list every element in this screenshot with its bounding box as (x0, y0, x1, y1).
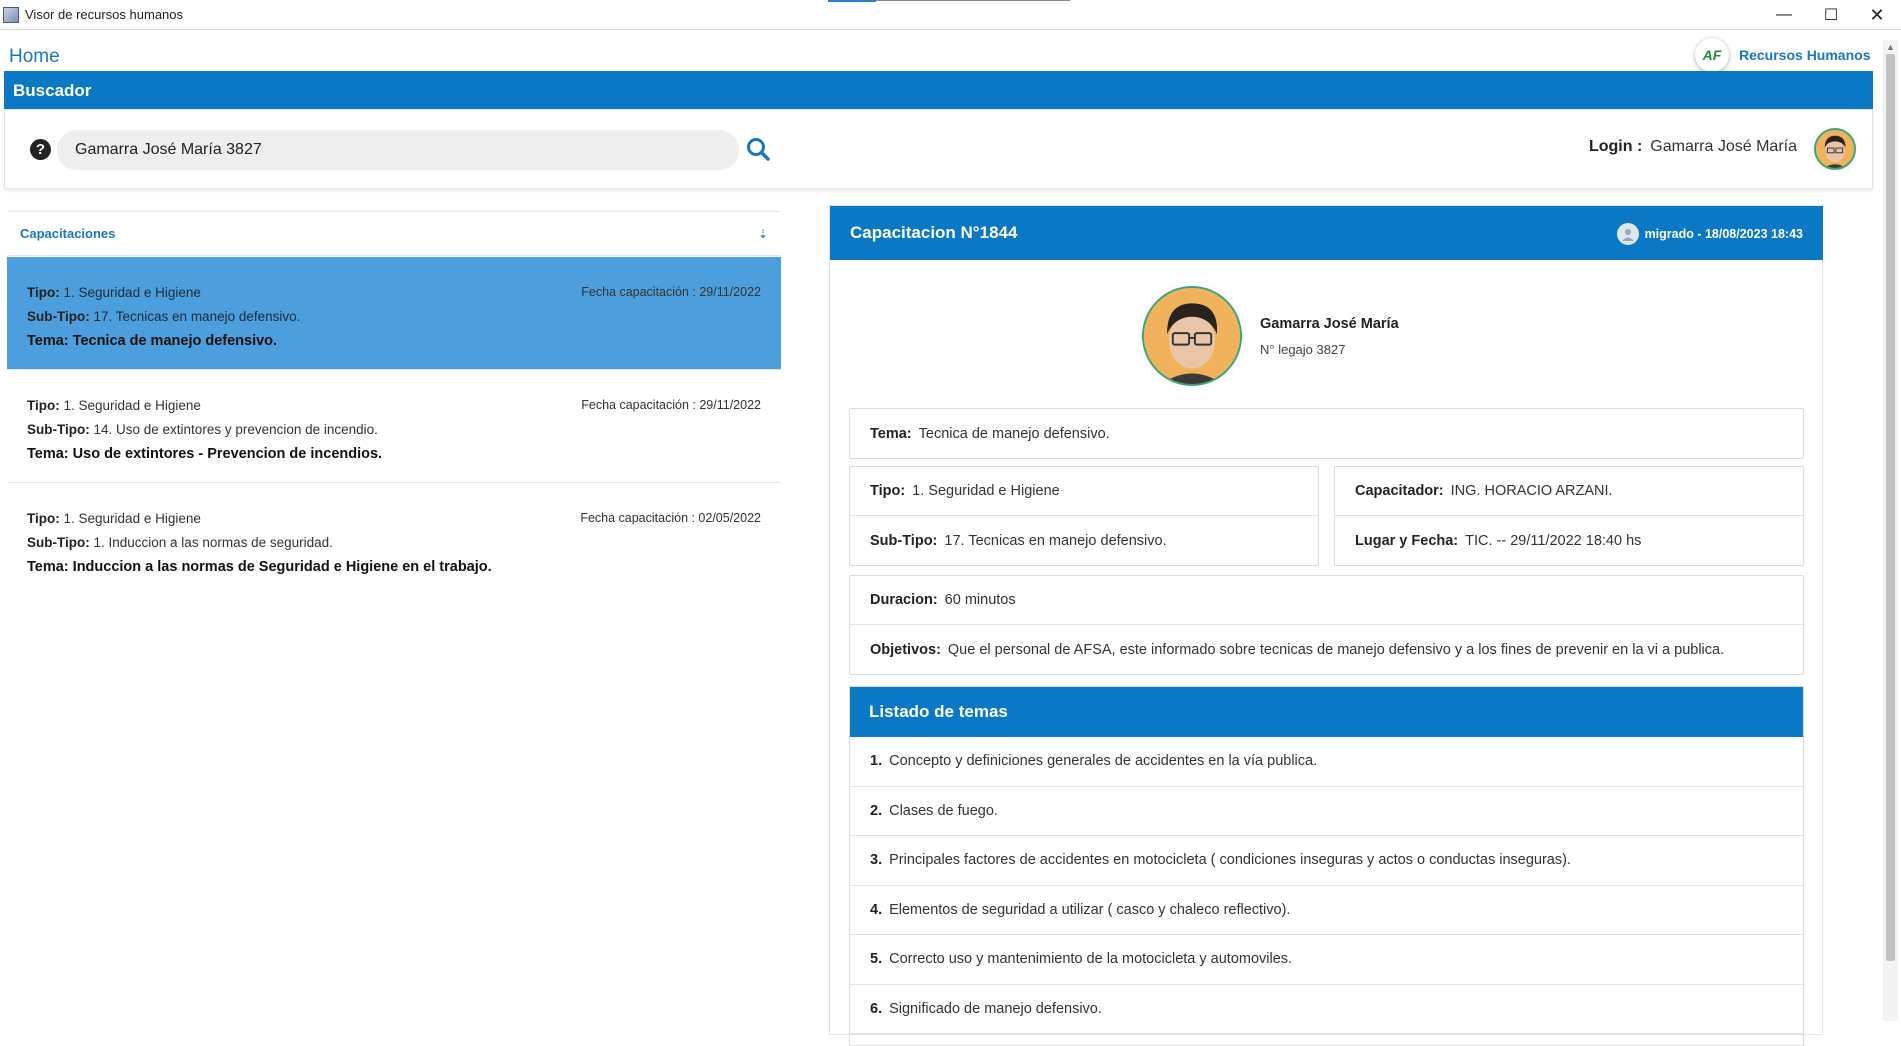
detail-card: Capacitacion N°1844 migrado - 18/08/2023… (829, 205, 1823, 1046)
capacitador-label: Capacitador: (1355, 483, 1444, 499)
brand[interactable]: AF Recursos Humanos (1695, 38, 1870, 72)
subtipo-value: 17. Tecnicas en manejo defensivo. (944, 532, 1167, 549)
help-icon[interactable]: ? (30, 139, 51, 160)
subtipo-label: Sub-Tipo: (27, 535, 90, 550)
tema-item: 3. Principales factores de accidentes en … (850, 836, 1803, 886)
tema-item: 2. Clases de fuego. (850, 787, 1803, 836)
detail-title: Capacitacion N°1844 (850, 223, 1018, 242)
capacitacion-item[interactable]: Tipo: 1. Seguridad e Higiene Sub-Tipo: 1… (7, 483, 781, 596)
subtipo-label: Sub-Tipo: (27, 422, 90, 437)
tema-value: Tema: Induccion a las normas de Segurida… (27, 559, 492, 575)
detail-meta-text: migrado - 18/08/2023 18:43 (1644, 227, 1803, 241)
tema-num: 1. (870, 753, 883, 770)
fecha-value: Fecha capacitación : 02/05/2022 (580, 511, 761, 525)
tema-num: 2. (870, 802, 883, 819)
maximize-button[interactable]: ☐ (1808, 0, 1854, 30)
fecha-value: Fecha capacitación : 29/11/2022 (581, 398, 761, 412)
capacitaciones-title: Capacitaciones (20, 226, 116, 241)
tipo-label: Tipo: (27, 398, 60, 413)
subtipo-value: 1. Induccion a las normas de seguridad. (93, 535, 333, 550)
search-panel: ? Login : Gamarra José María (4, 109, 1873, 189)
person-name: Gamarra José María (1260, 315, 1399, 332)
tema-value: Tecnica de manejo defensivo. (918, 425, 1110, 442)
tipo-value: 1. Seguridad e Higiene (912, 483, 1060, 499)
close-button[interactable]: ✕ (1854, 0, 1900, 30)
lugar-label: Lugar y Fecha: (1355, 532, 1459, 549)
objetivos-label: Objetivos: (870, 641, 941, 658)
tipo-label: Tipo: (870, 483, 906, 499)
objetivos-value: Que el personal de AFSA, este informado … (947, 641, 1725, 658)
capacitador-value: ING. HORACIO ARZANI. (1450, 483, 1613, 499)
tema-num: 5. (870, 951, 883, 968)
avatar-face-icon (1816, 130, 1854, 168)
brand-name: Recursos Humanos (1739, 47, 1871, 63)
capacitacion-item[interactable]: Tipo: 1. Seguridad e Higiene Sub-Tipo: 1… (7, 257, 781, 370)
window-titlebar: Visor de recursos humanos — ☐ ✕ (0, 0, 1901, 30)
tema-num: 4. (870, 901, 883, 918)
duracion-label: Duracion: (870, 592, 938, 608)
tema-item: 6. Significado de manejo defensivo. (850, 985, 1803, 1034)
tema-num: 3. (870, 852, 883, 869)
duracion-value: 60 minutos (944, 592, 1016, 608)
tema-value: Tema: Uso de extintores - Prevencion de … (27, 446, 383, 462)
fecha-value: Fecha capacitación : 29/11/2022 (581, 285, 761, 299)
scrollbar-thumb[interactable] (1886, 54, 1895, 961)
detail-meta: migrado - 18/08/2023 18:43 (1616, 223, 1803, 245)
lugar-value: TIC. -- 29/11/2022 18:40 hs (1465, 532, 1642, 549)
tema-text: Principales factores de accidentes en mo… (889, 852, 1571, 869)
detail-header: Capacitacion N°1844 migrado - 18/08/2023… (830, 206, 1823, 260)
person-legajo: N° legajo 3827 (1260, 341, 1346, 357)
tema-text: Elementos de seguridad a utilizar ( casc… (889, 901, 1291, 918)
minimize-button[interactable]: — (1761, 0, 1807, 30)
tema-text: Concepto y definiciones generales de acc… (889, 753, 1318, 770)
user-icon (1616, 223, 1639, 245)
login-user: Gamarra José María (1650, 138, 1797, 155)
temas-title: Listado de temas (850, 687, 1803, 737)
person-avatar (1142, 286, 1242, 386)
subtipo-label: Sub-Tipo: (870, 532, 938, 549)
tema-text: Clases de fuego. (889, 802, 998, 819)
person-photo-icon (1144, 288, 1240, 384)
tema-text: Correcto uso y mantenimiento de la motoc… (889, 951, 1293, 968)
tema-text: Significado de manejo defensivo. (889, 1000, 1102, 1017)
capacitacion-item[interactable]: Tipo: 1. Seguridad e Higiene Sub-Tipo: 1… (7, 370, 781, 483)
tema-label: Tema: (870, 425, 912, 442)
search-input[interactable] (57, 130, 739, 170)
titlebar-accent (828, 0, 876, 2)
buscador-header: Buscador (4, 71, 1873, 109)
tema-value: Tema: Tecnica de manejo defensivo. (27, 333, 278, 349)
subtipo-value: 14. Uso de extintores y prevencion de in… (93, 422, 378, 437)
tipo-value: 1. Seguridad e Higiene (63, 511, 201, 526)
app-icon (3, 6, 19, 23)
scroll-up-icon[interactable]: ▲ (1886, 42, 1895, 52)
tipo-label: Tipo: (27, 285, 60, 300)
capacitaciones-header: Capacitaciones ⇣ (7, 211, 781, 256)
temas-list: Listado de temas 1. Concepto y definicion… (849, 686, 1804, 1046)
titlebar-divider (876, 0, 1070, 1)
page-scrollbar[interactable]: ▲ (1883, 40, 1898, 1021)
capacitador-box: Capacitador: ING. HORACIO ARZANI. Lugar y… (1334, 466, 1804, 566)
login-label: Login : (1588, 138, 1643, 155)
login-info: Login : Gamarra José María (1589, 138, 1797, 156)
tema-item: 5. Correcto uso y mantenimiento de la mot… (850, 935, 1803, 985)
window-title: Visor de recursos humanos (25, 7, 184, 22)
tipo-label: Tipo: (27, 511, 60, 526)
duracion-box: Duracion: 60 minutos Objetivos: Que el per… (849, 575, 1804, 675)
subtipo-value: 17. Tecnicas en manejo defensivo. (93, 309, 301, 324)
search-icon[interactable] (745, 136, 771, 162)
tema-box: Tema: Tecnica de manejo defensivo. (849, 408, 1804, 459)
user-avatar[interactable] (1814, 128, 1856, 170)
tipo-value: 1. Seguridad e Higiene (63, 285, 201, 300)
person-card: Gamarra José María N° legajo 3827 (1142, 286, 1399, 386)
brand-logo-icon: AF (1695, 38, 1729, 72)
home-link[interactable]: Home (9, 46, 60, 68)
tema-item: 4. Elementos de seguridad a utilizar ( ca… (850, 886, 1803, 935)
tema-num: 6. (870, 1000, 883, 1017)
sort-icon[interactable]: ⇣ (758, 227, 768, 241)
tema-item: 1. Concepto y definiciones generales de a… (850, 737, 1803, 787)
subtipo-label: Sub-Tipo: (27, 309, 90, 324)
tipo-value: 1. Seguridad e Higiene (63, 398, 201, 413)
tipo-box: Tipo: 1. Seguridad e Higiene Sub-Tipo: 17.… (849, 466, 1319, 566)
